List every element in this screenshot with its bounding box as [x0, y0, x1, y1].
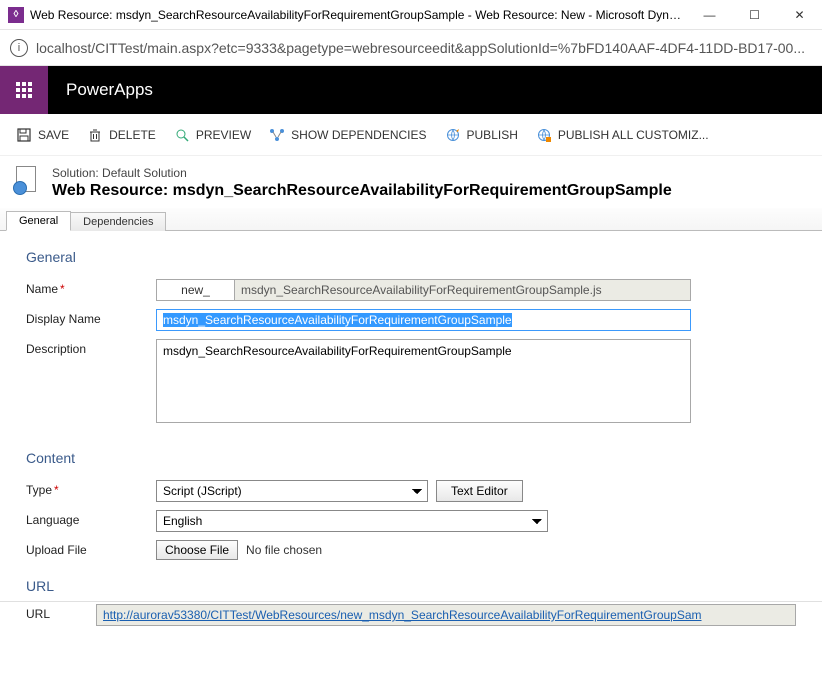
- info-icon[interactable]: i: [10, 39, 28, 57]
- display-name-input[interactable]: msdyn_SearchResourceAvailabilityForRequi…: [156, 309, 691, 331]
- maximize-button[interactable]: ☐: [732, 0, 777, 30]
- address-bar: i localhost/CITTest/main.aspx?etc=9333&p…: [0, 30, 822, 66]
- row-upload: Upload File Choose File No file chosen: [26, 540, 796, 560]
- page-title: Web Resource: msdyn_SearchResourceAvaila…: [52, 182, 672, 200]
- address-text[interactable]: localhost/CITTest/main.aspx?etc=9333&pag…: [36, 40, 805, 56]
- publish-all-icon: [536, 127, 552, 143]
- solution-line: Solution: Default Solution: [52, 166, 672, 180]
- language-select[interactable]: English: [156, 510, 548, 532]
- preview-label: PREVIEW: [196, 128, 251, 142]
- page-header: Solution: Default Solution Web Resource:…: [0, 156, 822, 208]
- save-label: SAVE: [38, 128, 69, 142]
- form-body: General Name* new_ Display Name msdyn_Se…: [0, 231, 822, 652]
- url-label: URL: [26, 604, 96, 621]
- upload-label: Upload File: [26, 540, 156, 557]
- type-select[interactable]: Script (JScript): [156, 480, 428, 502]
- url-field: http://aurorav53380/CITTest/WebResources…: [96, 604, 796, 626]
- delete-button[interactable]: DELETE: [87, 127, 156, 143]
- window-titlebar: ◊ Web Resource: msdyn_SearchResourceAvai…: [0, 0, 822, 30]
- row-url: URL http://aurorav53380/CITTest/WebResou…: [26, 604, 796, 626]
- app-navbar: PowerApps: [0, 66, 822, 114]
- publish-all-button[interactable]: PUBLISH ALL CUSTOMIZ...: [536, 127, 709, 143]
- name-input[interactable]: [235, 280, 690, 300]
- row-name: Name* new_: [26, 279, 796, 301]
- delete-label: DELETE: [109, 128, 156, 142]
- webresource-icon: [14, 166, 42, 194]
- section-content: Content: [26, 450, 796, 466]
- row-language: Language English: [26, 510, 796, 532]
- name-prefix: new_: [157, 280, 235, 300]
- section-general: General: [26, 249, 796, 265]
- name-field-group: new_: [156, 279, 691, 301]
- trash-icon: [87, 127, 103, 143]
- preview-button[interactable]: PREVIEW: [174, 127, 251, 143]
- choose-file-button[interactable]: Choose File: [156, 540, 238, 560]
- display-name-label: Display Name: [26, 309, 156, 326]
- row-type: Type* Script (JScript) Text Editor: [26, 480, 796, 502]
- description-label: Description: [26, 339, 156, 356]
- footer-divider: [0, 601, 822, 602]
- text-editor-button[interactable]: Text Editor: [436, 480, 523, 502]
- show-dependencies-button[interactable]: SHOW DEPENDENCIES: [269, 127, 426, 143]
- window-title: Web Resource: msdyn_SearchResourceAvaila…: [30, 8, 687, 22]
- language-label: Language: [26, 510, 156, 527]
- save-button[interactable]: SAVE: [16, 127, 69, 143]
- url-link[interactable]: http://aurorav53380/CITTest/WebResources…: [103, 608, 789, 622]
- waffle-icon: [16, 82, 32, 98]
- dependencies-icon: [269, 127, 285, 143]
- show-dependencies-label: SHOW DEPENDENCIES: [291, 128, 426, 142]
- section-url: URL: [26, 578, 796, 594]
- command-bar: SAVE DELETE PREVIEW SHOW DEPENDENCIES PU…: [0, 114, 822, 156]
- publish-button[interactable]: PUBLISH: [445, 127, 518, 143]
- search-icon: [174, 127, 190, 143]
- app-launcher-button[interactable]: [0, 66, 48, 114]
- name-label: Name*: [26, 279, 156, 296]
- brand-label: PowerApps: [48, 80, 153, 100]
- window-buttons: — ☐ ✕: [687, 0, 822, 30]
- publish-label: PUBLISH: [467, 128, 518, 142]
- tab-dependencies[interactable]: Dependencies: [70, 212, 166, 231]
- close-button[interactable]: ✕: [777, 0, 822, 30]
- minimize-button[interactable]: —: [687, 0, 732, 30]
- row-display-name: Display Name msdyn_SearchResourceAvailab…: [26, 309, 796, 331]
- tab-general[interactable]: General: [6, 211, 71, 231]
- row-description: Description: [26, 339, 796, 426]
- file-status: No file chosen: [246, 543, 322, 557]
- publish-all-label: PUBLISH ALL CUSTOMIZ...: [558, 128, 709, 142]
- app-icon: ◊: [8, 7, 24, 23]
- description-input[interactable]: [156, 339, 691, 423]
- type-label: Type*: [26, 480, 156, 497]
- tab-strip: General Dependencies: [0, 208, 822, 231]
- publish-icon: [445, 127, 461, 143]
- save-icon: [16, 127, 32, 143]
